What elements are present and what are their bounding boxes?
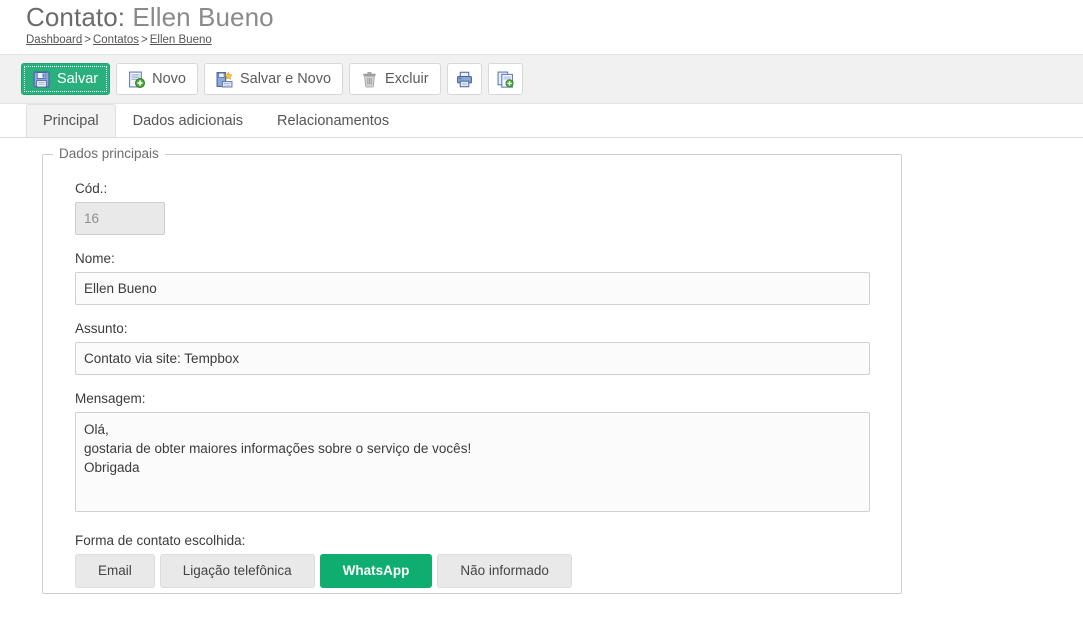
nome-input[interactable]	[75, 272, 870, 305]
forma-contato-label: Forma de contato escolhida:	[75, 533, 901, 549]
action-toolbar: Salvar Novo S	[0, 54, 1083, 104]
dados-principais-fieldset: Dados principais Cód.: Nome: Assunto: Me…	[42, 154, 902, 594]
delete-button-label: Excluir	[385, 71, 429, 87]
tab-principal[interactable]: Principal	[26, 104, 116, 137]
field-nome: Nome:	[75, 251, 901, 305]
fieldset-legend: Dados principais	[53, 146, 165, 161]
page-title: Contato: Ellen Bueno	[26, 2, 1083, 32]
save-new-icon	[216, 71, 233, 88]
page-title-prefix: Contato:	[26, 2, 125, 32]
breadcrumb-item-current[interactable]: Ellen Bueno	[150, 34, 212, 46]
nome-label: Nome:	[75, 251, 901, 267]
breadcrumb-item-contatos[interactable]: Contatos	[93, 34, 139, 46]
print-button[interactable]	[447, 63, 482, 95]
save-button-label: Salvar	[57, 71, 98, 87]
tab-relacionamentos[interactable]: Relacionamentos	[260, 104, 406, 137]
codigo-label: Cód.:	[75, 181, 901, 197]
mensagem-label: Mensagem:	[75, 391, 901, 407]
breadcrumb-separator: >	[82, 34, 93, 46]
page-header: Contato: Ellen Bueno Dashboard>Contatos>…	[0, 0, 1083, 47]
save-icon	[33, 71, 50, 88]
forma-contato-option-ligacao-telefonica[interactable]: Ligação telefônica	[160, 554, 315, 588]
duplicate-icon	[497, 71, 514, 88]
field-mensagem: Mensagem: Olá, gostaria de obter maiores…	[75, 391, 901, 517]
forma-contato-option-email[interactable]: Email	[75, 554, 155, 588]
breadcrumb: Dashboard>Contatos>Ellen Bueno	[26, 33, 1083, 47]
new-document-icon	[128, 71, 145, 88]
new-button[interactable]: Novo	[116, 63, 198, 95]
field-assunto: Assunto:	[75, 321, 901, 375]
print-icon	[456, 71, 473, 88]
field-codigo: Cód.:	[75, 181, 901, 235]
forma-contato-option-nao-informado[interactable]: Não informado	[437, 554, 572, 588]
assunto-input[interactable]	[75, 342, 870, 375]
breadcrumb-item-dashboard[interactable]: Dashboard	[26, 34, 82, 46]
save-and-new-button[interactable]: Salvar e Novo	[204, 63, 343, 95]
codigo-input	[75, 202, 165, 235]
new-button-label: Novo	[152, 71, 186, 87]
page-title-value: Ellen Bueno	[132, 2, 273, 32]
forma-contato-option-whatsapp[interactable]: WhatsApp	[320, 554, 433, 588]
forma-contato-options: Email Ligação telefônica WhatsApp Não in…	[75, 554, 901, 588]
save-and-new-button-label: Salvar e Novo	[240, 71, 331, 87]
field-forma-contato: Forma de contato escolhida: Email Ligaçã…	[75, 533, 901, 588]
tab-dados-adicionais[interactable]: Dados adicionais	[116, 104, 260, 137]
delete-button[interactable]: Excluir	[349, 63, 441, 95]
assunto-label: Assunto:	[75, 321, 901, 337]
mensagem-textarea[interactable]: Olá, gostaria de obter maiores informaçõ…	[75, 412, 870, 512]
trash-icon	[361, 71, 378, 88]
duplicate-button[interactable]	[488, 63, 523, 95]
save-button[interactable]: Salvar	[21, 63, 110, 95]
tab-panel-principal: Dados principais Cód.: Nome: Assunto: Me…	[0, 137, 1083, 593]
breadcrumb-separator: >	[139, 34, 150, 46]
tab-bar: Principal Dados adicionais Relacionament…	[0, 104, 1083, 137]
